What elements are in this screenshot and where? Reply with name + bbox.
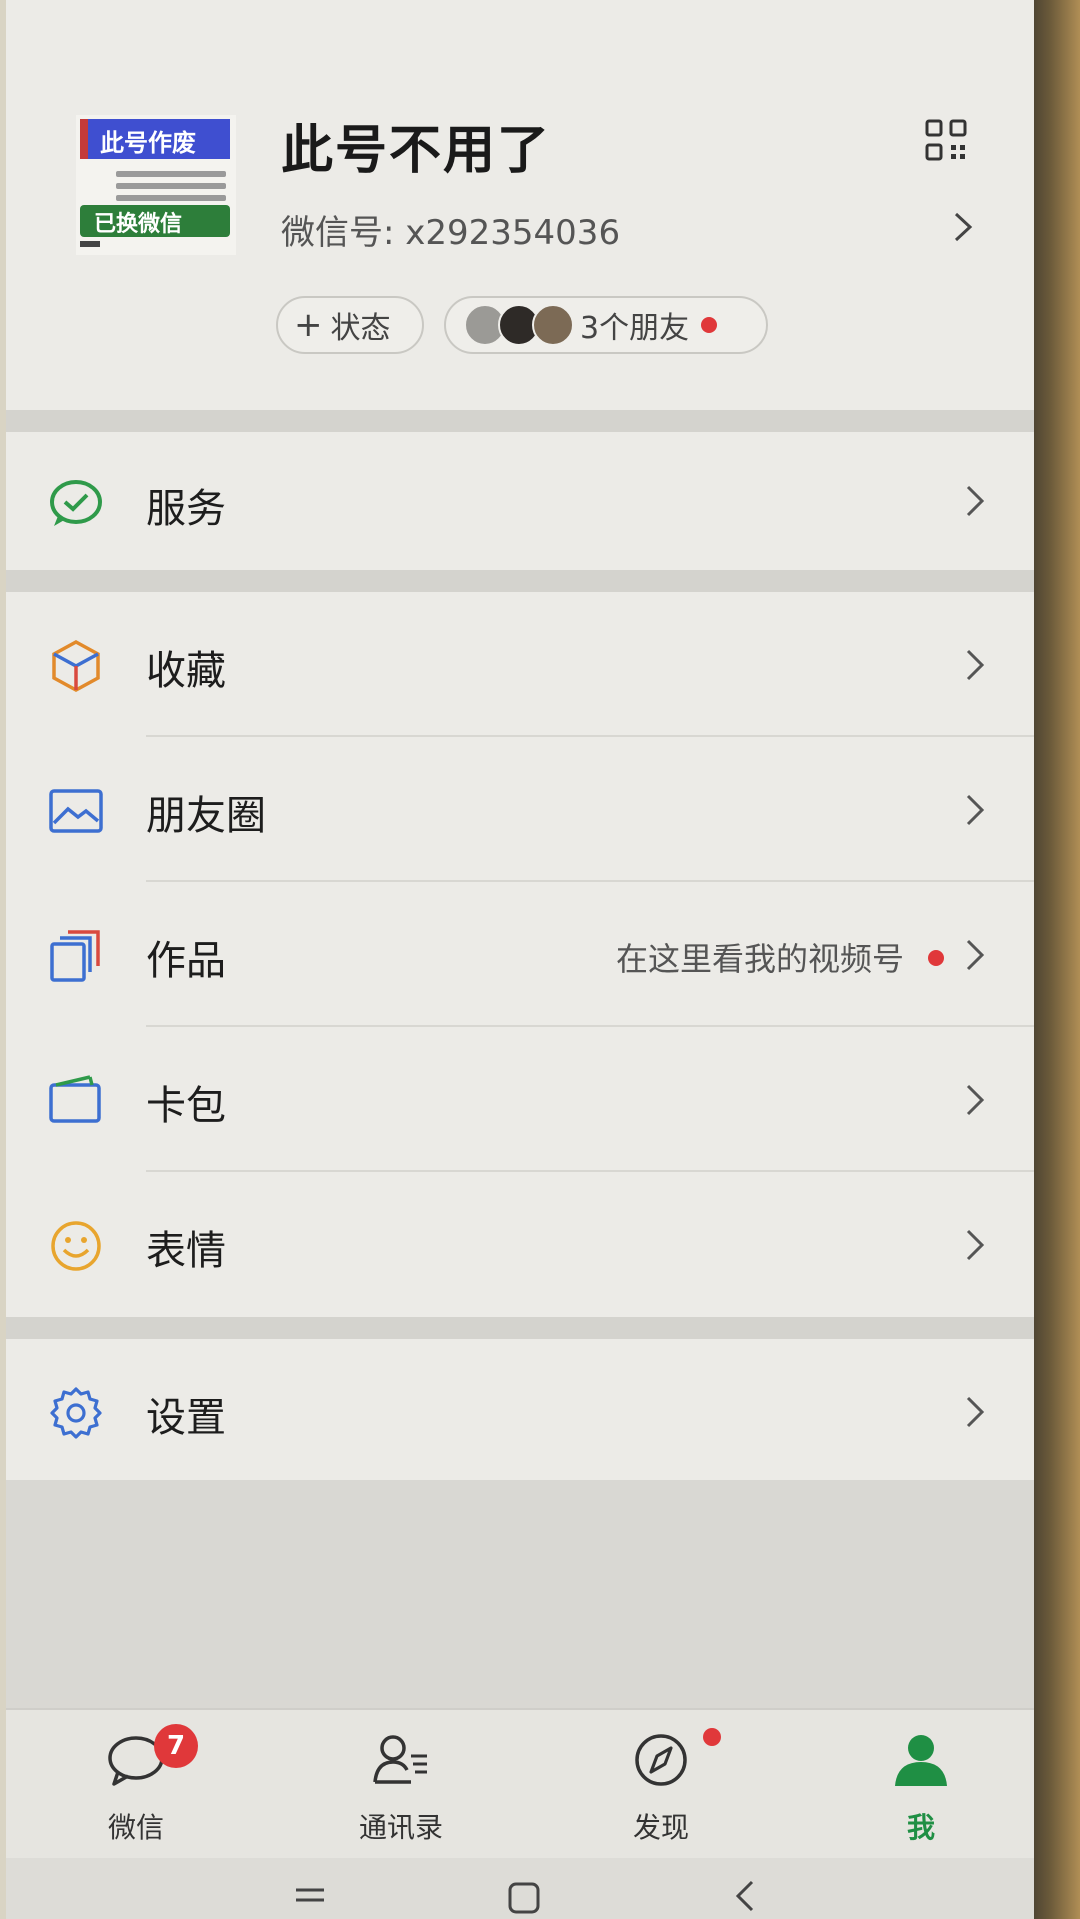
profile-header[interactable]: 此号作废 已换微信 此号不用了 微信号: x292354036 + 状态 3个朋… (6, 0, 1034, 410)
menu-item-cards[interactable]: 卡包 (6, 1027, 1034, 1172)
home-nav-icon[interactable] (504, 1876, 544, 1916)
main-menu-section: 收藏 朋友圈 作品 在这里看我的视频号 卡包 表情 (6, 592, 1034, 1317)
menu-label-stickers: 表情 (146, 1228, 226, 1274)
screen: 此号作废 已换微信 此号不用了 微信号: x292354036 + 状态 3个朋… (6, 0, 1034, 1919)
chevron-right-icon (966, 1229, 985, 1261)
section-divider (6, 570, 1034, 592)
section-divider (6, 410, 1034, 432)
menu-item-services[interactable]: 服务 (6, 432, 1034, 570)
image-icon (49, 789, 103, 833)
compass-icon (635, 1734, 687, 1786)
menu-item-stickers[interactable]: 表情 (6, 1172, 1034, 1317)
plus-icon: + (294, 305, 323, 345)
friends-count-label: 3个朋友 (580, 311, 690, 346)
add-status-button[interactable]: + 状态 (276, 296, 424, 354)
wallet-icon (49, 1075, 101, 1123)
back-nav-icon[interactable] (726, 1876, 766, 1916)
avatar-banner-bottom: 已换微信 (80, 205, 230, 237)
menu-label-moments: 朋友圈 (146, 793, 266, 839)
cube-icon (52, 640, 100, 692)
phone-frame: 此号作废 已换微信 此号不用了 微信号: x292354036 + 状态 3个朋… (0, 0, 1080, 1919)
tab-label-discover: 发现 (632, 1811, 689, 1844)
contacts-icon (373, 1735, 427, 1784)
person-icon (895, 1735, 947, 1786)
tab-label-me: 我 (906, 1811, 935, 1844)
avatar-banner-top: 此号作废 (80, 119, 230, 159)
empty-area (6, 1480, 1034, 1710)
tab-chats[interactable]: 7 微信 (36, 1710, 236, 1860)
stacked-cards-icon (50, 930, 100, 982)
unread-badge: 7 (154, 1724, 198, 1768)
menu-label-works: 作品 (146, 938, 226, 984)
gear-icon (50, 1387, 102, 1439)
chevron-right-icon (966, 939, 985, 971)
qr-code-icon[interactable] (924, 118, 968, 162)
smiley-icon (51, 1221, 101, 1271)
tab-me[interactable]: 我 (821, 1710, 1021, 1860)
chevron-right-icon (966, 794, 985, 826)
tab-label-contacts: 通讯录 (358, 1811, 443, 1844)
section-divider (6, 1317, 1034, 1339)
chevron-right-icon[interactable] (951, 210, 975, 244)
bottom-tab-bar: 7 微信 通讯录 发现 我 (6, 1708, 1034, 1858)
menu-item-settings[interactable]: 设置 (6, 1339, 1034, 1484)
tab-discover[interactable]: 发现 (561, 1710, 761, 1860)
menu-label-favorites: 收藏 (146, 648, 226, 694)
menu-label-cards: 卡包 (146, 1083, 226, 1129)
notification-dot (928, 950, 944, 966)
status-label: 状态 (330, 311, 391, 346)
menu-item-works[interactable]: 作品 在这里看我的视频号 (6, 882, 1034, 1027)
nickname: 此号不用了 (281, 121, 552, 181)
works-hint: 在这里看我的视频号 (615, 940, 904, 978)
avatar-text-bottom: 已换微信 (94, 212, 183, 237)
menu-nav-icon[interactable] (290, 1876, 330, 1916)
chevron-right-icon (966, 1084, 985, 1116)
tab-contacts[interactable]: 通讯录 (301, 1710, 501, 1860)
notification-dot (701, 317, 718, 333)
system-nav-bar (6, 1858, 1034, 1919)
chevron-right-icon (966, 1396, 985, 1428)
chevron-right-icon (966, 485, 985, 517)
avatar-text-top: 此号作废 (100, 129, 196, 157)
friends-status-button[interactable]: 3个朋友 (444, 296, 768, 354)
services-section: 服务 (6, 432, 1034, 570)
menu-item-moments[interactable]: 朋友圈 (6, 737, 1034, 882)
notification-dot (703, 1728, 721, 1746)
wechat-id: 微信号: x292354036 (281, 213, 621, 253)
chevron-right-icon (966, 649, 985, 681)
services-icon (50, 480, 102, 526)
avatar-small-text (116, 165, 226, 201)
menu-item-favorites[interactable]: 收藏 (6, 592, 1034, 737)
menu-label-settings: 设置 (146, 1395, 226, 1441)
menu-label-services: 服务 (146, 486, 226, 532)
friend-avatars (464, 304, 574, 346)
avatar[interactable]: 此号作废 已换微信 (76, 115, 236, 255)
tab-label-chats: 微信 (107, 1811, 164, 1844)
settings-section: 设置 (6, 1339, 1034, 1480)
